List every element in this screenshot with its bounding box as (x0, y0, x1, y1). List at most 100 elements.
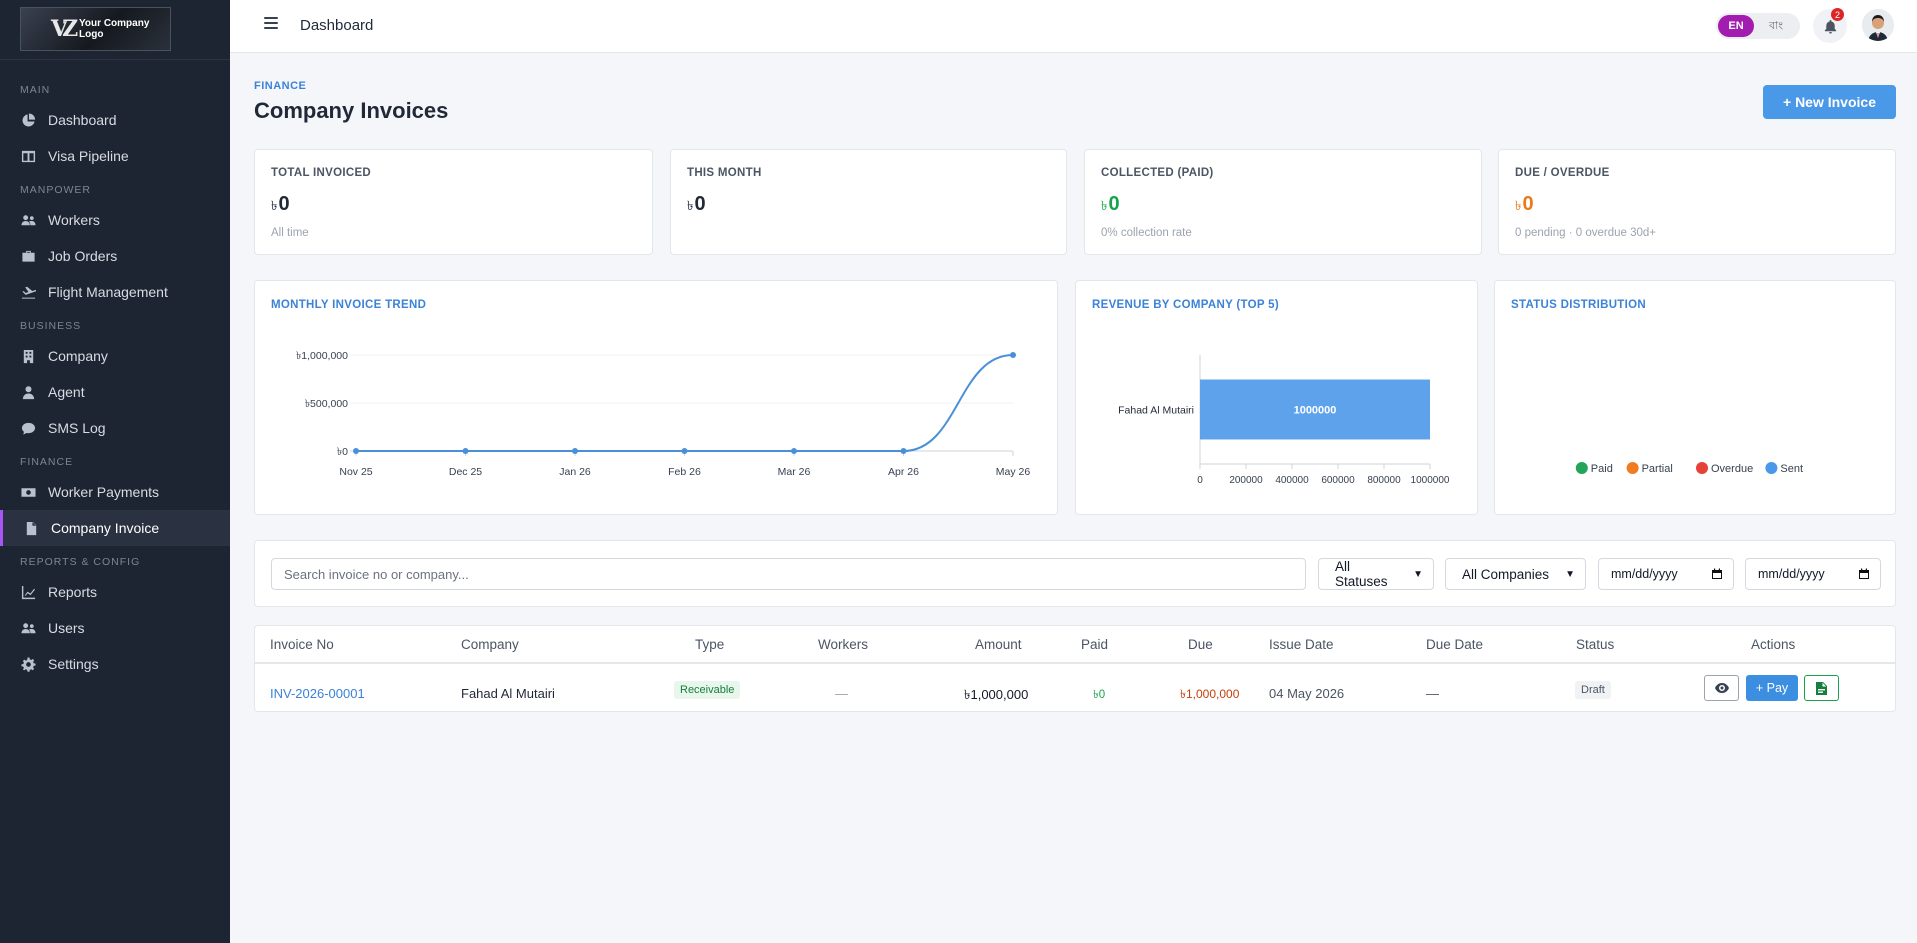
x-tick-label: 600000 (1321, 475, 1355, 486)
user-avatar[interactable] (1862, 9, 1894, 41)
users-cog-icon (20, 620, 36, 636)
invoice-number-link[interactable]: INV-2026-00001 (270, 686, 365, 701)
menu-toggle-icon[interactable] (264, 17, 278, 29)
pie-chart-icon (20, 112, 36, 128)
legend-swatch (1696, 462, 1708, 474)
plane-icon (20, 284, 36, 300)
stat-sub: 0 pending · 0 overdue 30d+ (1515, 227, 1656, 239)
sidebar-item-agent[interactable]: Agent (0, 374, 230, 410)
legend-label[interactable]: Paid (1591, 463, 1613, 475)
sidebar-item-label: Agent (48, 384, 85, 400)
date-from-input[interactable]: mm/dd/yyyy (1598, 558, 1734, 590)
col-actions: Actions (1751, 637, 1796, 652)
data-point[interactable] (353, 448, 359, 454)
data-point[interactable] (791, 448, 797, 454)
col-issue-date[interactable]: Issue Date (1269, 637, 1334, 652)
sidebar-item-workers[interactable]: Workers (0, 202, 230, 238)
stat-label: TOTAL INVOICED (271, 167, 372, 179)
sidebar-item-company-invoice[interactable]: Company Invoice (0, 510, 230, 546)
download-pdf-button[interactable] (1804, 675, 1839, 701)
row-paid: ৳0 (1093, 689, 1106, 701)
col-due[interactable]: Due (1188, 637, 1213, 652)
date-to-input[interactable]: mm/dd/yyyy (1745, 558, 1881, 590)
sidebar-item-sms-log[interactable]: SMS Log (0, 410, 230, 446)
file-pdf-icon (1816, 681, 1827, 695)
nav-section-main: MAIN (20, 84, 51, 96)
stat-value: ৳0 (271, 193, 290, 215)
stat-label: COLLECTED (PAID) (1101, 167, 1214, 179)
company-select-value: All Companies (1462, 566, 1550, 582)
sidebar-item-users[interactable]: Users (0, 610, 230, 646)
view-invoice-button[interactable] (1704, 675, 1739, 701)
sidebar-item-flight-management[interactable]: Flight Management (0, 274, 230, 310)
table-header: Invoice No Company Type Workers Amount P… (255, 626, 1895, 664)
col-paid[interactable]: Paid (1081, 637, 1108, 652)
row-amount: ৳1,000,000 (964, 687, 1029, 702)
lang-en-button[interactable]: EN (1718, 15, 1754, 37)
y-tick-label: ৳0 (337, 446, 348, 458)
stat-value: ৳0 (687, 193, 706, 215)
monthly-trend-panel: MONTHLY INVOICE TREND ৳0 ৳500,000 ৳1,000,0… (254, 280, 1058, 515)
data-point[interactable] (572, 448, 578, 454)
col-due-date[interactable]: Due Date (1426, 637, 1483, 652)
col-status[interactable]: Status (1576, 637, 1614, 652)
search-input[interactable] (271, 558, 1306, 590)
new-invoice-button[interactable]: + New Invoice (1763, 85, 1896, 119)
data-point[interactable] (900, 448, 907, 454)
pay-button[interactable]: + Pay (1746, 675, 1798, 701)
col-amount[interactable]: Amount (975, 637, 1022, 652)
company-logo[interactable]: VZ Your Company Logo (20, 7, 171, 51)
notifications-button[interactable]: 2 (1813, 8, 1847, 43)
sidebar-item-company[interactable]: Company (0, 338, 230, 374)
avatar-image (1862, 9, 1894, 41)
sidebar-item-settings[interactable]: Settings (0, 646, 230, 682)
col-invoice-no[interactable]: Invoice No (270, 637, 334, 652)
logo-text: Your Company Logo (79, 18, 150, 40)
status-badge: Draft (1575, 681, 1611, 699)
columns-icon (20, 148, 36, 164)
x-tick-label: 200000 (1229, 475, 1263, 486)
sidebar-item-visa-pipeline[interactable]: Visa Pipeline (0, 138, 230, 174)
money-icon (20, 484, 36, 500)
data-point[interactable] (462, 448, 469, 454)
data-point[interactable] (681, 448, 688, 454)
user-tie-icon (20, 384, 36, 400)
row-due: ৳1,000,000 (1180, 687, 1240, 701)
nav-section-business: BUSINESS (20, 320, 82, 332)
col-company[interactable]: Company (461, 637, 519, 652)
type-badge: Receivable (674, 681, 741, 699)
stat-card-collected: COLLECTED (PAID) ৳0 0% collection rate (1084, 149, 1482, 255)
col-type[interactable]: Type (695, 637, 724, 652)
invoice-table: Invoice No Company Type Workers Amount P… (254, 625, 1896, 712)
sidebar-item-label: SMS Log (48, 420, 106, 436)
legend-label[interactable]: Overdue (1711, 463, 1753, 475)
sidebar-item-reports[interactable]: Reports (0, 574, 230, 610)
sidebar-item-label: Flight Management (48, 284, 168, 300)
calendar-icon (1712, 568, 1722, 579)
col-workers[interactable]: Workers (818, 637, 868, 652)
legend-swatch (1575, 462, 1588, 474)
stat-card-total-invoiced: TOTAL INVOICED ৳0 All time (254, 149, 653, 255)
status-pie-chart: Paid Partial Overdue Sent (1575, 462, 1803, 475)
data-point[interactable] (1010, 352, 1016, 358)
sidebar-item-worker-payments[interactable]: Worker Payments (0, 474, 230, 510)
legend-label[interactable]: Sent (1780, 463, 1803, 475)
legend-label[interactable]: Partial (1642, 463, 1673, 475)
sidebar-item-dashboard[interactable]: Dashboard (0, 102, 230, 138)
stat-sub: All time (271, 227, 309, 239)
status-select-value: All Statuses (1335, 559, 1388, 589)
status-distribution-panel: STATUS DISTRIBUTION Paid Partial Overdue Se… (1494, 280, 1896, 515)
invoice-icon (23, 520, 39, 536)
row-issue-date: 04 May 2026 (1269, 686, 1345, 701)
bar-value-label: 1000000 (1294, 405, 1337, 417)
lang-bn-button[interactable]: বাং (1754, 17, 1798, 36)
sidebar-item-label: Workers (48, 212, 100, 228)
status-select[interactable]: All Statuses ▼ (1318, 558, 1434, 590)
logo-area: VZ Your Company Logo (0, 0, 230, 60)
sidebar-item-label: Company Invoice (51, 520, 160, 536)
company-select[interactable]: All Companies ▼ (1445, 558, 1586, 590)
nav-section-finance: FINANCE (20, 456, 74, 468)
sidebar-item-job-orders[interactable]: Job Orders (0, 238, 230, 274)
x-tick-label: 1000000 (1411, 475, 1450, 486)
stat-label: DUE / OVERDUE (1515, 167, 1610, 179)
